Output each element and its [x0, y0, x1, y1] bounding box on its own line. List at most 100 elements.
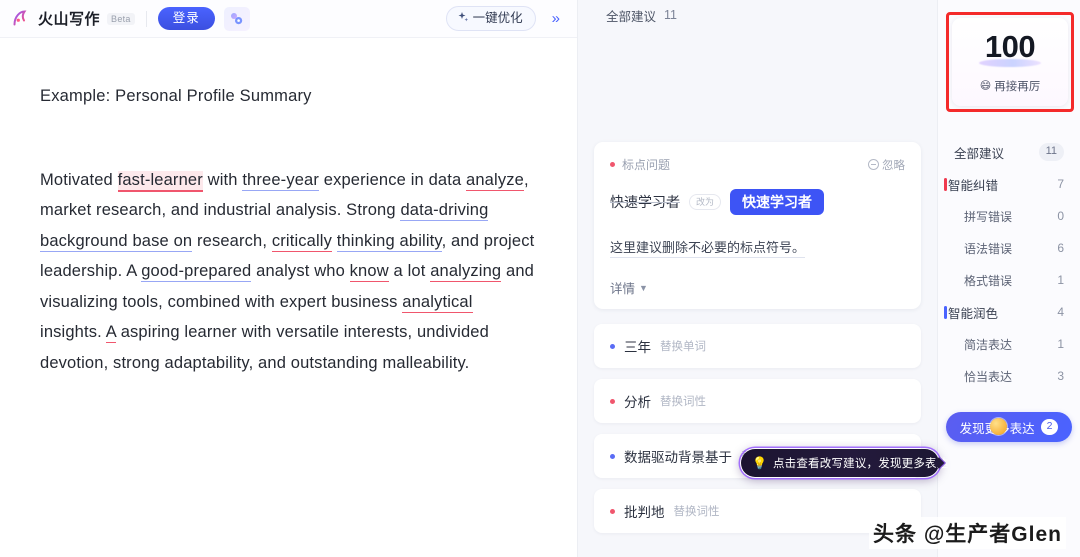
ignore-button[interactable]: 忽略: [868, 157, 905, 173]
suggestions-header-count: 11: [664, 8, 677, 22]
text-run: insights.: [40, 323, 106, 342]
annotated-text-red[interactable]: analyzing: [430, 262, 502, 283]
filter-sub-count: 6: [1057, 241, 1064, 255]
suggestion-item-word: 批判地: [624, 505, 665, 520]
expand-panel-button[interactable]: »: [545, 8, 567, 29]
right-sidebar: 100 😄 再接再厉 全部建议 11 智能纠错 7 拼写错误 0 语法错误 6 格式错误 1 智…: [938, 0, 1080, 557]
mini-suggestion-list: 三年替换单词分析替换词性数据驱动背景基于替换批判地替换词性: [594, 324, 921, 533]
category-dot-icon: [610, 343, 615, 349]
discover-more-button[interactable]: 发现更多表达 2: [946, 412, 1072, 442]
filter-sub-label: 拼写错误: [964, 209, 1013, 224]
discover-more-badge: 2: [1040, 419, 1059, 435]
score-underline-decor: [978, 58, 1041, 67]
document-paragraph: Motivated fast-learner with three-year e…: [40, 165, 535, 379]
filter-group-label: 智能润色: [948, 306, 999, 321]
watermark: 头条 @生产者Glen: [869, 517, 1066, 549]
annotated-text-red[interactable]: A: [105, 323, 116, 344]
chevron-down-icon: ▼: [639, 282, 648, 293]
filter-item-sub[interactable]: 格式错误 1: [938, 264, 1080, 296]
replacement-row: 快速学习者 改为 快速学习者: [610, 189, 905, 215]
beta-badge: Beta: [107, 12, 135, 25]
document-editor[interactable]: Example: Personal Profile Summary Motiva…: [0, 38, 577, 557]
score-caption: 😄 再接再厉: [980, 78, 1040, 94]
filter-all-count: 11: [1038, 143, 1064, 161]
optimize-label: 一键优化: [472, 11, 523, 26]
filter-groups: 智能纠错 7 拼写错误 0 语法错误 6 格式错误 1 智能润色 4 简洁表达 1 恰当表达 3: [938, 168, 1080, 392]
suggestion-item-tag: 替换单词: [660, 341, 706, 353]
filter-accent-bar: [944, 177, 947, 191]
filter-group-count: 4: [1057, 305, 1064, 319]
category-dot-icon: [610, 453, 615, 459]
original-text: 快速学习者: [610, 194, 680, 210]
divider: [145, 10, 147, 27]
category-dot-icon: [610, 398, 615, 404]
filter-item-sub[interactable]: 简洁表达 1: [938, 328, 1080, 360]
brand-name: 火山写作: [38, 11, 101, 28]
login-button[interactable]: 登录: [157, 7, 215, 30]
suggestion-card-tag: 标点问题: [610, 156, 670, 173]
annotated-text-red[interactable]: know: [349, 262, 389, 283]
suggestion-card-tag-label: 标点问题: [622, 158, 671, 172]
annotated-text-blue[interactable]: thinking ability: [336, 231, 442, 252]
filter-sub-count: 3: [1057, 369, 1064, 383]
annotated-text-blue[interactable]: three-year: [242, 170, 320, 191]
detail-label: 详情: [610, 282, 636, 296]
filter-item-group[interactable]: 智能润色 4: [938, 296, 1080, 328]
suggestion-item-tag: 替换词性: [660, 396, 706, 408]
replace-arrow-label: 改为: [689, 193, 722, 211]
annotated-text-blue[interactable]: good-prepared: [141, 262, 252, 283]
editor-pane: 火山写作 Beta 登录 一键优化 » Example: Personal Pr…: [0, 0, 578, 557]
suggestion-card[interactable]: 标点问题 忽略 快速学习者 改为 快速学习者 这里建议删除不必要的标点符号。 详…: [594, 142, 921, 309]
sparkle-palette-icon[interactable]: [223, 6, 250, 31]
filter-group-count: 7: [1057, 177, 1064, 191]
filter-sub-label: 语法错误: [964, 241, 1013, 256]
annotated-text-red[interactable]: critically: [271, 231, 333, 252]
filter-all-label: 全部建议: [954, 146, 1005, 161]
suggestions-header-label: 全部建议: [606, 9, 657, 24]
suggestions-header: 全部建议 11: [578, 0, 937, 30]
text-run: experience in data: [319, 170, 467, 189]
suggestion-item-word: 三年: [624, 340, 651, 355]
annotated-text-error[interactable]: fast-learner: [117, 170, 203, 192]
brand[interactable]: 火山写作 Beta: [12, 8, 135, 29]
filter-group-label: 智能纠错: [948, 178, 999, 193]
suggestion-item-tag: 替换词性: [673, 506, 720, 518]
annotated-text-red[interactable]: analyze: [466, 170, 524, 191]
filter-sub-label: 简洁表达: [964, 337, 1013, 352]
suggestion-card-header: 标点问题 忽略: [610, 156, 905, 173]
document-title: Example: Personal Profile Summary: [40, 87, 312, 105]
suggestion-item-word: 数据驱动背景基于: [624, 450, 732, 465]
filter-sub-count: 0: [1057, 209, 1064, 223]
discover-more-wrap: 发现更多表达 2: [938, 412, 1080, 442]
sparkle-icon: [457, 11, 469, 26]
annotated-text-red[interactable]: analytical: [402, 292, 473, 313]
text-run: with: [202, 170, 243, 189]
apply-replacement-button[interactable]: 快速学习者: [730, 189, 825, 215]
filter-sub-count: 1: [1057, 337, 1064, 351]
filter-item-sub[interactable]: 语法错误 6: [938, 232, 1080, 264]
suggestion-list-item[interactable]: 三年 替换单词: [594, 324, 921, 368]
text-run: analyst who: [251, 262, 350, 281]
minus-circle-icon: [868, 159, 879, 170]
filter-item-group[interactable]: 智能纠错 7: [938, 168, 1080, 200]
suggestion-description: 这里建议删除不必要的标点符号。: [610, 237, 806, 258]
filter-item-all[interactable]: 全部建议 11: [938, 136, 1080, 168]
filter-list: 全部建议 11 智能纠错 7 拼写错误 0 语法错误 6 格式错误 1 智能润色 4 简洁表达 1 恰当…: [938, 136, 1080, 392]
filter-accent-bar: [944, 305, 947, 319]
text-run: research,: [192, 231, 272, 250]
suggestion-item-word: 分析: [624, 395, 651, 410]
filter-item-sub[interactable]: 恰当表达 3: [938, 360, 1080, 392]
category-dot-icon: [610, 508, 615, 514]
score-value: 100: [978, 31, 1041, 67]
score-card: 100 😄 再接再厉: [946, 12, 1074, 112]
score-caption-label: 再接再厉: [994, 80, 1041, 93]
detail-toggle[interactable]: 详情 ▼: [610, 278, 905, 297]
filter-sub-count: 1: [1057, 273, 1064, 287]
hint-tooltip-text: 点击查看改写建议，发现更多表达: [772, 458, 949, 470]
one-click-optimize-button[interactable]: 一键优化: [445, 6, 536, 31]
filter-sub-label: 恰当表达: [964, 369, 1013, 384]
ignore-label: 忽略: [882, 159, 905, 172]
top-toolbar: 火山写作 Beta 登录 一键优化 »: [0, 0, 577, 38]
suggestion-list-item[interactable]: 分析 替换词性: [594, 379, 921, 423]
filter-item-sub[interactable]: 拼写错误 0: [938, 200, 1080, 232]
